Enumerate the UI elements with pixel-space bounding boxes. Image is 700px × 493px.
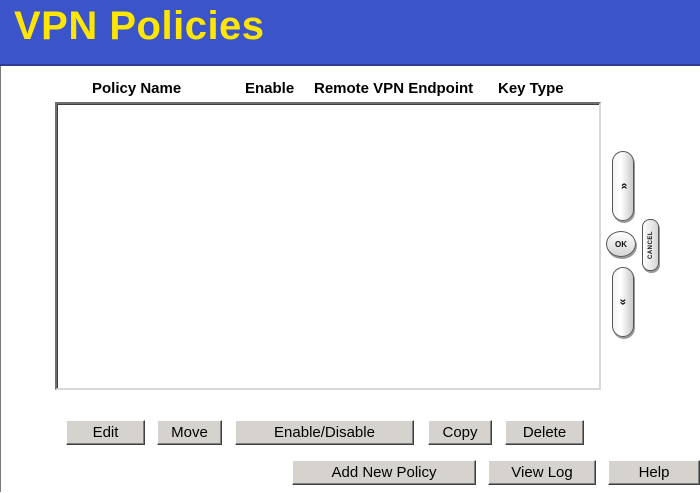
column-header-policy-name: Policy Name xyxy=(92,80,182,97)
scroll-down-button[interactable]: » xyxy=(612,267,634,337)
edit-button[interactable]: Edit xyxy=(66,420,145,445)
title-bar: VPN Policies xyxy=(0,0,700,66)
chevron-double-up-icon: » xyxy=(616,182,630,190)
page-title: VPN Policies xyxy=(14,4,265,48)
scroll-up-button[interactable]: » xyxy=(612,151,634,221)
column-header-key-type: Key Type xyxy=(498,80,564,97)
cancel-label: CANCEL xyxy=(647,231,654,259)
cancel-button[interactable]: CANCEL xyxy=(642,219,659,271)
view-log-button[interactable]: View Log xyxy=(488,460,596,485)
policy-list[interactable] xyxy=(55,102,601,390)
copy-button[interactable]: Copy xyxy=(428,420,492,445)
move-button[interactable]: Move xyxy=(157,420,222,445)
enable-disable-button[interactable]: Enable/Disable xyxy=(235,420,414,445)
column-header-remote-vpn-endpoint: Remote VPN Endpoint xyxy=(314,80,474,97)
chevron-double-down-icon: » xyxy=(616,298,630,306)
column-header-enable: Enable xyxy=(245,80,295,97)
delete-button[interactable]: Delete xyxy=(505,420,584,445)
help-button[interactable]: Help xyxy=(608,460,700,485)
ok-button[interactable]: OK xyxy=(606,231,636,257)
add-new-policy-button[interactable]: Add New Policy xyxy=(292,460,476,485)
ok-label: OK xyxy=(615,239,627,249)
